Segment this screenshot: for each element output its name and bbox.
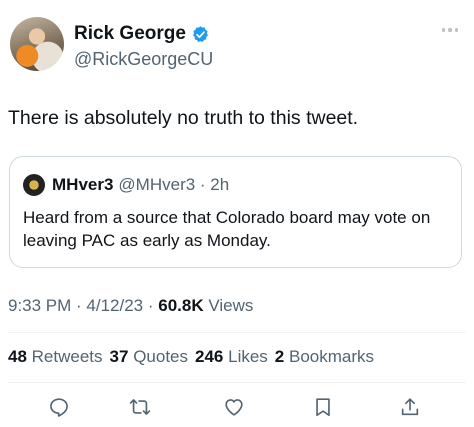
like-icon bbox=[225, 399, 243, 416]
views-count: 60.8K bbox=[158, 296, 204, 315]
quoted-tweet-text: Heard from a source that Colorado board … bbox=[23, 208, 431, 250]
likes-count: 246 bbox=[195, 347, 224, 366]
tweet-header: Rick George @RickGeorgeCU bbox=[8, 12, 466, 76]
author-avatar[interactable] bbox=[10, 17, 64, 71]
tweet-timestamp-row: 9:33 PM · 4/12/23 · 60.8K Views bbox=[8, 296, 253, 316]
reply-icon bbox=[50, 398, 68, 417]
share-icon bbox=[401, 398, 419, 416]
verified-badge-icon bbox=[192, 25, 208, 42]
bookmarks-label: Bookmarks bbox=[289, 347, 375, 366]
quotes-label: Quotes bbox=[133, 347, 188, 366]
divider bbox=[8, 332, 466, 333]
bookmark-icon bbox=[316, 398, 330, 417]
retweets-stat[interactable]: 48 Retweets bbox=[8, 347, 103, 366]
bookmarks-count: 2 bbox=[274, 347, 285, 366]
divider bbox=[8, 382, 466, 383]
quoted-author-name: MHver3 bbox=[52, 175, 114, 194]
bookmark-button[interactable] bbox=[308, 392, 338, 422]
views-label: Views bbox=[203, 296, 254, 315]
likes-stat[interactable]: 246 Likes bbox=[195, 347, 268, 366]
share-button[interactable] bbox=[395, 392, 425, 422]
tweet-card: Rick George @RickGeorgeCU There is absol… bbox=[0, 0, 474, 427]
retweets-label: Retweets bbox=[31, 347, 103, 366]
like-button[interactable] bbox=[219, 392, 249, 422]
quotes-count: 37 bbox=[109, 347, 129, 366]
tweet-actions bbox=[0, 392, 474, 422]
tweet-time-date[interactable]: 9:33 PM · 4/12/23 · bbox=[8, 296, 158, 315]
more-options-icon[interactable] bbox=[441, 28, 458, 32]
retweet-icon bbox=[129, 399, 151, 415]
quoted-tweet-header: MHver3 @MHver3 · 2h bbox=[23, 174, 229, 196]
likes-label: Likes bbox=[228, 347, 268, 366]
retweet-button[interactable] bbox=[125, 392, 155, 422]
bookmarks-stat[interactable]: 2 Bookmarks bbox=[275, 347, 374, 366]
author-handle[interactable]: @RickGeorgeCU bbox=[74, 49, 213, 70]
reply-button[interactable] bbox=[44, 392, 74, 422]
author-name[interactable]: Rick George bbox=[74, 23, 186, 45]
retweets-count: 48 bbox=[8, 347, 27, 366]
tweet-text: There is absolutely no truth to this twe… bbox=[8, 107, 359, 129]
quotes-stat[interactable]: 37 Quotes bbox=[110, 347, 188, 366]
quoted-tweet[interactable]: MHver3 @MHver3 · 2h Heard from a source … bbox=[9, 156, 462, 268]
quoted-author-avatar bbox=[23, 174, 45, 196]
quoted-tweet-meta: @MHver3 · 2h bbox=[118, 175, 230, 194]
engagement-stats: 48 Retweets 37 Quotes 246 Likes 2 Bookmarks bbox=[8, 347, 381, 367]
author-name-row: Rick George bbox=[74, 23, 210, 45]
